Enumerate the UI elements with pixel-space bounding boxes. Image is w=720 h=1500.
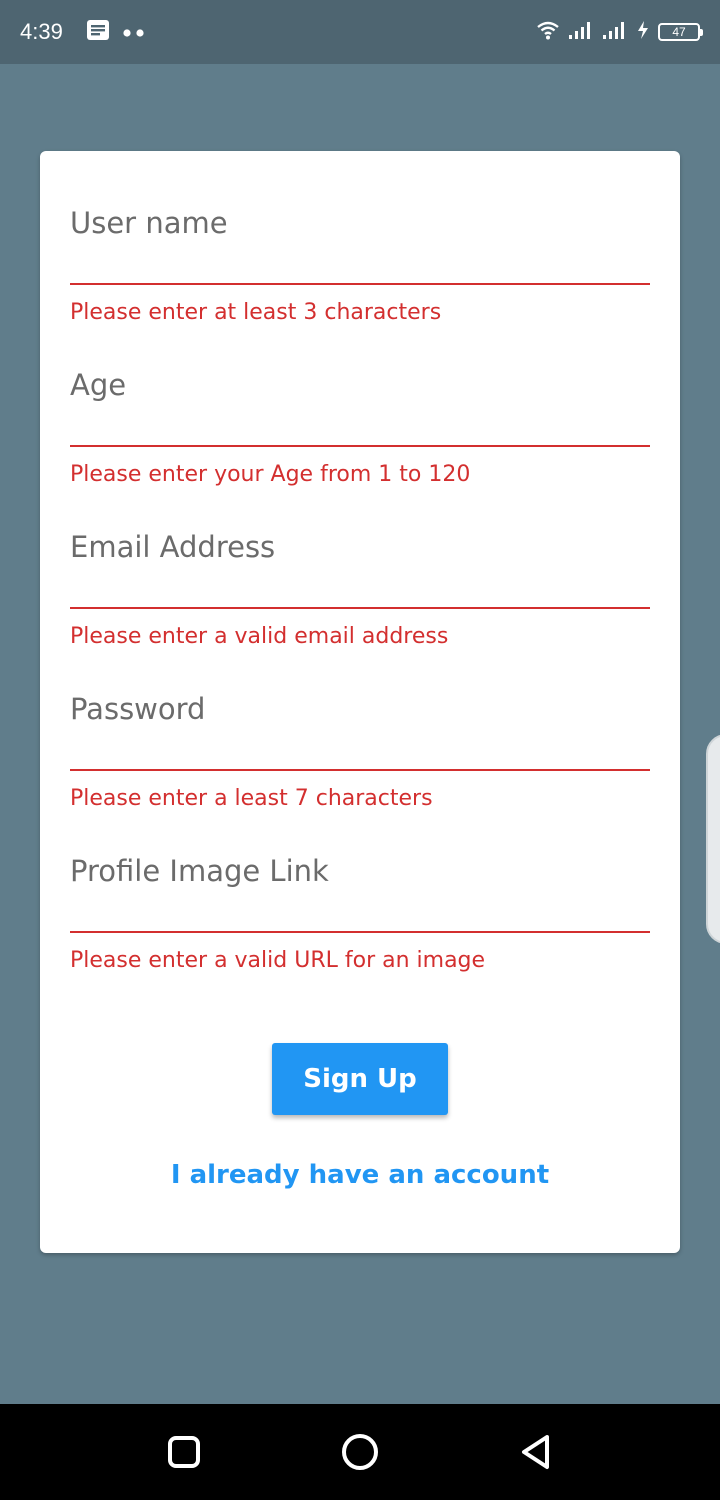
email-input[interactable] (70, 509, 650, 609)
age-field: Age Please enter your Age from 1 to 120 (70, 347, 650, 487)
profile-image-input[interactable] (70, 833, 650, 933)
back-triangle-icon[interactable] (516, 1432, 556, 1472)
signal-icon (602, 20, 628, 44)
username-field: User name Please enter at least 3 charac… (70, 185, 650, 325)
battery-icon: 47 (658, 23, 703, 41)
wifi-icon (536, 20, 560, 44)
profile-image-field: Profile Image Link Please enter a valid … (70, 833, 650, 973)
email-error: Please enter a valid email address (70, 624, 449, 649)
email-field: Email Address Please enter a valid email… (70, 509, 650, 649)
charging-icon (636, 20, 650, 44)
navigation-bar (0, 1404, 720, 1500)
more-dots-icon (122, 23, 146, 42)
status-time: 4:39 (20, 19, 63, 44)
signal-icon (568, 20, 594, 44)
password-input[interactable] (70, 671, 650, 771)
status-right-icons: 47 (536, 20, 703, 44)
notification-icon (86, 19, 110, 45)
status-bar: 4:39 47 (0, 0, 720, 64)
recents-square-icon[interactable] (164, 1432, 204, 1472)
signup-card: User name Please enter at least 3 charac… (40, 151, 680, 1253)
password-error: Please enter a least 7 characters (70, 786, 433, 811)
edge-panel-handle[interactable] (706, 734, 720, 944)
profile-image-error: Please enter a valid URL for an image (70, 948, 486, 973)
status-left-icons (86, 20, 146, 44)
age-error: Please enter your Age from 1 to 120 (70, 462, 471, 487)
age-input[interactable] (70, 347, 650, 447)
password-field: Password Please enter a least 7 characte… (70, 671, 650, 811)
username-error: Please enter at least 3 characters (70, 300, 442, 325)
battery-level: 47 (672, 25, 686, 39)
username-input[interactable] (70, 185, 650, 285)
home-circle-icon[interactable] (340, 1432, 380, 1472)
signup-button[interactable]: Sign Up (272, 1043, 448, 1115)
existing-account-link[interactable]: I already have an account (40, 1155, 680, 1195)
